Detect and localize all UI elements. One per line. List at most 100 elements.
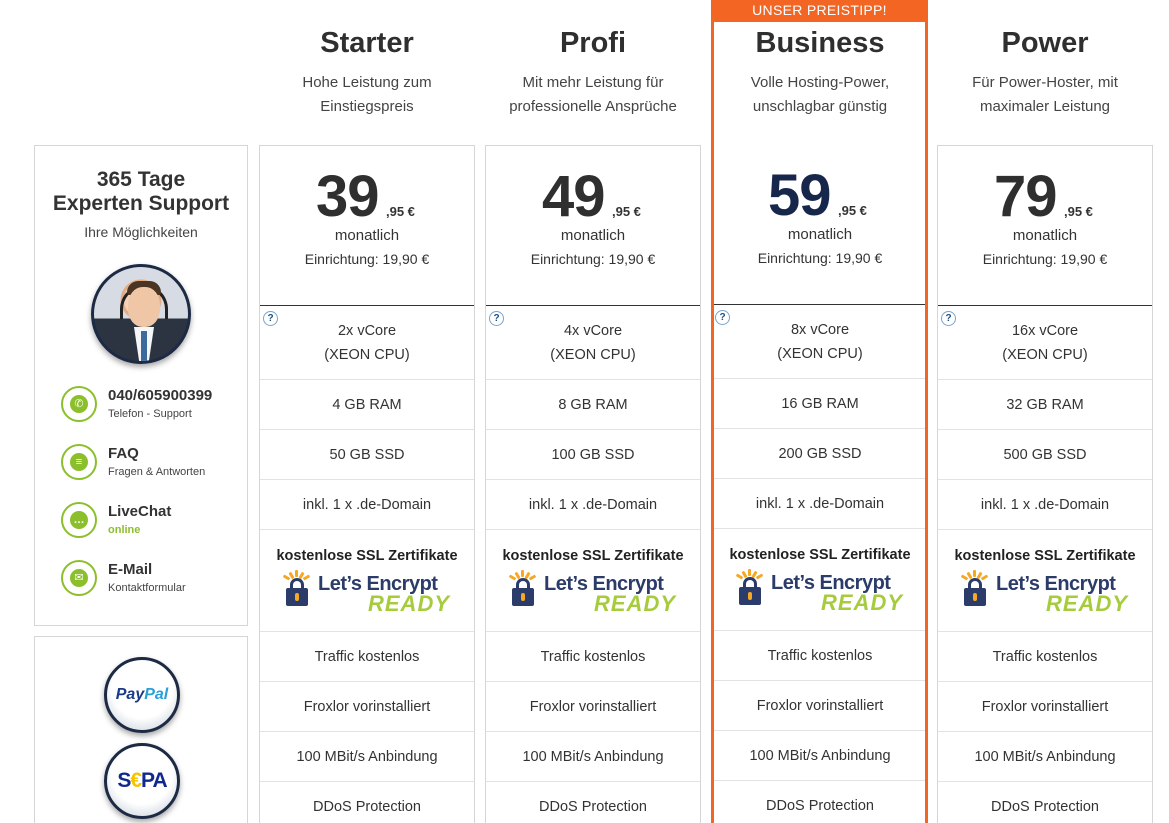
feature-ddos: DDoS Protection: [260, 782, 474, 823]
feature-traffic: Traffic kostenlos: [938, 632, 1152, 682]
price-period: monatlich: [1012, 227, 1078, 244]
feature-network: 100 MBit/s Anbindung: [260, 732, 474, 782]
ssl-label: kostenlose SSL Zertifikate: [502, 548, 684, 564]
feature-ram: 8 GB RAM: [486, 380, 700, 430]
plan-name: Starter: [320, 27, 414, 59]
feature-cpu: ? 8x vCore (XEON CPU): [712, 305, 928, 379]
contact-phone[interactable]: ✆ 040/605900399 Telefon - Support: [61, 386, 241, 426]
phone-icon: ✆: [61, 386, 97, 422]
setup-fee: Einrichtung: 19,90 €: [530, 251, 656, 267]
price-period: monatlich: [334, 227, 400, 244]
feature-network: 100 MBit/s Anbindung: [712, 731, 928, 781]
feature-ssd: 200 GB SSD: [712, 429, 928, 479]
price-block: 49 ,95 € monatlich Einrichtung: 19,90 €: [486, 146, 700, 306]
plan-description: Hohe Leistung zum Einstiegspreis: [302, 74, 432, 115]
plan-header-power: Power Für Power-Hoster, mit maximaler Leis…: [937, 0, 1153, 119]
setup-fee: Einrichtung: 19,90 €: [982, 251, 1108, 267]
feature-ssl: kostenlose SSL Zertifikate Let’s Encrypt R…: [260, 530, 474, 632]
price-cents: ,95 €: [386, 204, 415, 219]
feature-cpu: ? 16x vCore (XEON CPU): [938, 306, 1152, 380]
feature-network: 100 MBit/s Anbindung: [486, 732, 700, 782]
livechat-status: online: [108, 524, 141, 536]
plan-header-starter: Starter Hohe Leistung zum Einstiegspreis: [259, 0, 475, 119]
contact-faq[interactable]: ≡ FAQ Fragen & Antworten: [61, 444, 241, 484]
plan-description: Mit mehr Leistung für professionelle Ansp…: [509, 74, 677, 115]
price-cents: ,95 €: [1064, 204, 1093, 219]
payment-methods-panel: Pay Pal S € PA: [34, 636, 248, 823]
feature-ssl: kostenlose SSL Zertifikate Let’s Encrypt R…: [712, 529, 928, 631]
info-icon[interactable]: ?: [263, 311, 278, 326]
plan-name: Power: [1001, 27, 1089, 59]
feature-panel: Froxlor vorinstalliert: [712, 681, 928, 731]
feature-ssd: 50 GB SSD: [260, 430, 474, 480]
ssl-label: kostenlose SSL Zertifikate: [729, 547, 911, 563]
support-title: 365 Tage Experten Support: [52, 168, 230, 215]
feature-ddos: DDoS Protection: [486, 782, 700, 823]
setup-fee: Einrichtung: 19,90 €: [757, 250, 883, 266]
feature-network: 100 MBit/s Anbindung: [938, 732, 1152, 782]
feature-ssd: 100 GB SSD: [486, 430, 700, 480]
letsencrypt-logo: Let’s Encrypt READY: [735, 569, 905, 619]
letsencrypt-logo: Let’s Encrypt READY: [960, 570, 1130, 620]
plan-name: Profi: [559, 27, 627, 59]
feature-traffic: Traffic kostenlos: [486, 632, 700, 682]
price-cents: ,95 €: [838, 203, 867, 218]
feature-ram: 16 GB RAM: [712, 379, 928, 429]
price-block: 39 ,95 € monatlich Einrichtung: 19,90 €: [260, 146, 474, 306]
feature-ram: 4 GB RAM: [260, 380, 474, 430]
plan-description: Volle Hosting-Power, unschlagbar günstig: [750, 74, 890, 115]
contact-email-sub: Kontaktformular: [108, 582, 186, 594]
contact-faq-sub: Fragen & Antworten: [108, 466, 206, 478]
price-tip-banner: UNSER PREISTIPP!: [711, 0, 928, 22]
plan-card-business[interactable]: 59 ,95 € monatlich Einrichtung: 19,90 € ? 8x …: [712, 145, 928, 823]
price-block: 79 ,95 € monatlich Einrichtung: 19,90 €: [938, 146, 1152, 306]
feature-cpu: ? 2x vCore (XEON CPU): [260, 306, 474, 380]
price-amount: 49: [542, 164, 606, 229]
ssl-label: kostenlose SSL Zertifikate: [954, 548, 1136, 564]
price-period: monatlich: [787, 226, 853, 243]
contact-phone-sub: Telefon - Support: [108, 408, 192, 420]
plan-card-power[interactable]: 79 ,95 € monatlich Einrichtung: 19,90 € ? 16x…: [937, 145, 1153, 823]
price-block: 59 ,95 € monatlich Einrichtung: 19,90 €: [712, 145, 928, 305]
contact-email-label[interactable]: E-Mail: [108, 561, 152, 578]
feature-ram: 32 GB RAM: [938, 380, 1152, 430]
feature-domain: inkl. 1 x .de-Domain: [260, 480, 474, 530]
paypal-logo: Pay Pal: [104, 657, 180, 733]
price-amount: 79: [994, 164, 1058, 229]
chat-icon: …: [61, 502, 97, 538]
plan-header-profi: Profi Mit mehr Leistung für professionelle…: [485, 0, 701, 119]
contact-livechat-label[interactable]: LiveChat: [108, 503, 171, 520]
feature-traffic: Traffic kostenlos: [712, 631, 928, 681]
plan-description: Für Power-Hoster, mit maximaler Leistung: [972, 74, 1118, 115]
price-cents: ,95 €: [612, 204, 641, 219]
contact-livechat[interactable]: … LiveChat online: [61, 502, 241, 542]
contact-email[interactable]: ✉ E-Mail Kontaktformular: [61, 560, 241, 600]
contact-faq-label[interactable]: FAQ: [108, 445, 139, 462]
feature-panel: Froxlor vorinstalliert: [938, 682, 1152, 732]
feature-domain: inkl. 1 x .de-Domain: [486, 480, 700, 530]
support-subtitle: Ihre Möglichkeiten: [84, 224, 198, 240]
feature-ddos: DDoS Protection: [938, 782, 1152, 823]
feature-cpu: ? 4x vCore (XEON CPU): [486, 306, 700, 380]
price-period: monatlich: [560, 227, 626, 244]
plan-card-starter[interactable]: 39 ,95 € monatlich Einrichtung: 19,90 € ? 2x …: [259, 145, 475, 823]
contact-phone-label[interactable]: 040/605900399: [108, 387, 212, 404]
feature-ssl: kostenlose SSL Zertifikate Let’s Encrypt R…: [938, 530, 1152, 632]
price-amount: 39: [316, 164, 380, 229]
plan-card-profi[interactable]: 49 ,95 € monatlich Einrichtung: 19,90 € ? 4x …: [485, 145, 701, 823]
support-agent-avatar: [91, 264, 191, 364]
letsencrypt-logo: Let’s Encrypt READY: [508, 570, 678, 620]
price-amount: 59: [768, 163, 832, 228]
feature-ddos: DDoS Protection: [712, 781, 928, 823]
info-icon[interactable]: ?: [489, 311, 504, 326]
info-icon[interactable]: ?: [715, 310, 730, 325]
letsencrypt-logo: Let’s Encrypt READY: [282, 570, 452, 620]
setup-fee: Einrichtung: 19,90 €: [304, 251, 430, 267]
feature-panel: Froxlor vorinstalliert: [486, 682, 700, 732]
info-icon[interactable]: ?: [941, 311, 956, 326]
feature-domain: inkl. 1 x .de-Domain: [938, 480, 1152, 530]
ssl-label: kostenlose SSL Zertifikate: [276, 548, 458, 564]
support-panel: 365 Tage Experten Support Ihre Möglichke…: [34, 145, 248, 626]
mail-icon: ✉: [61, 560, 97, 596]
feature-panel: Froxlor vorinstalliert: [260, 682, 474, 732]
